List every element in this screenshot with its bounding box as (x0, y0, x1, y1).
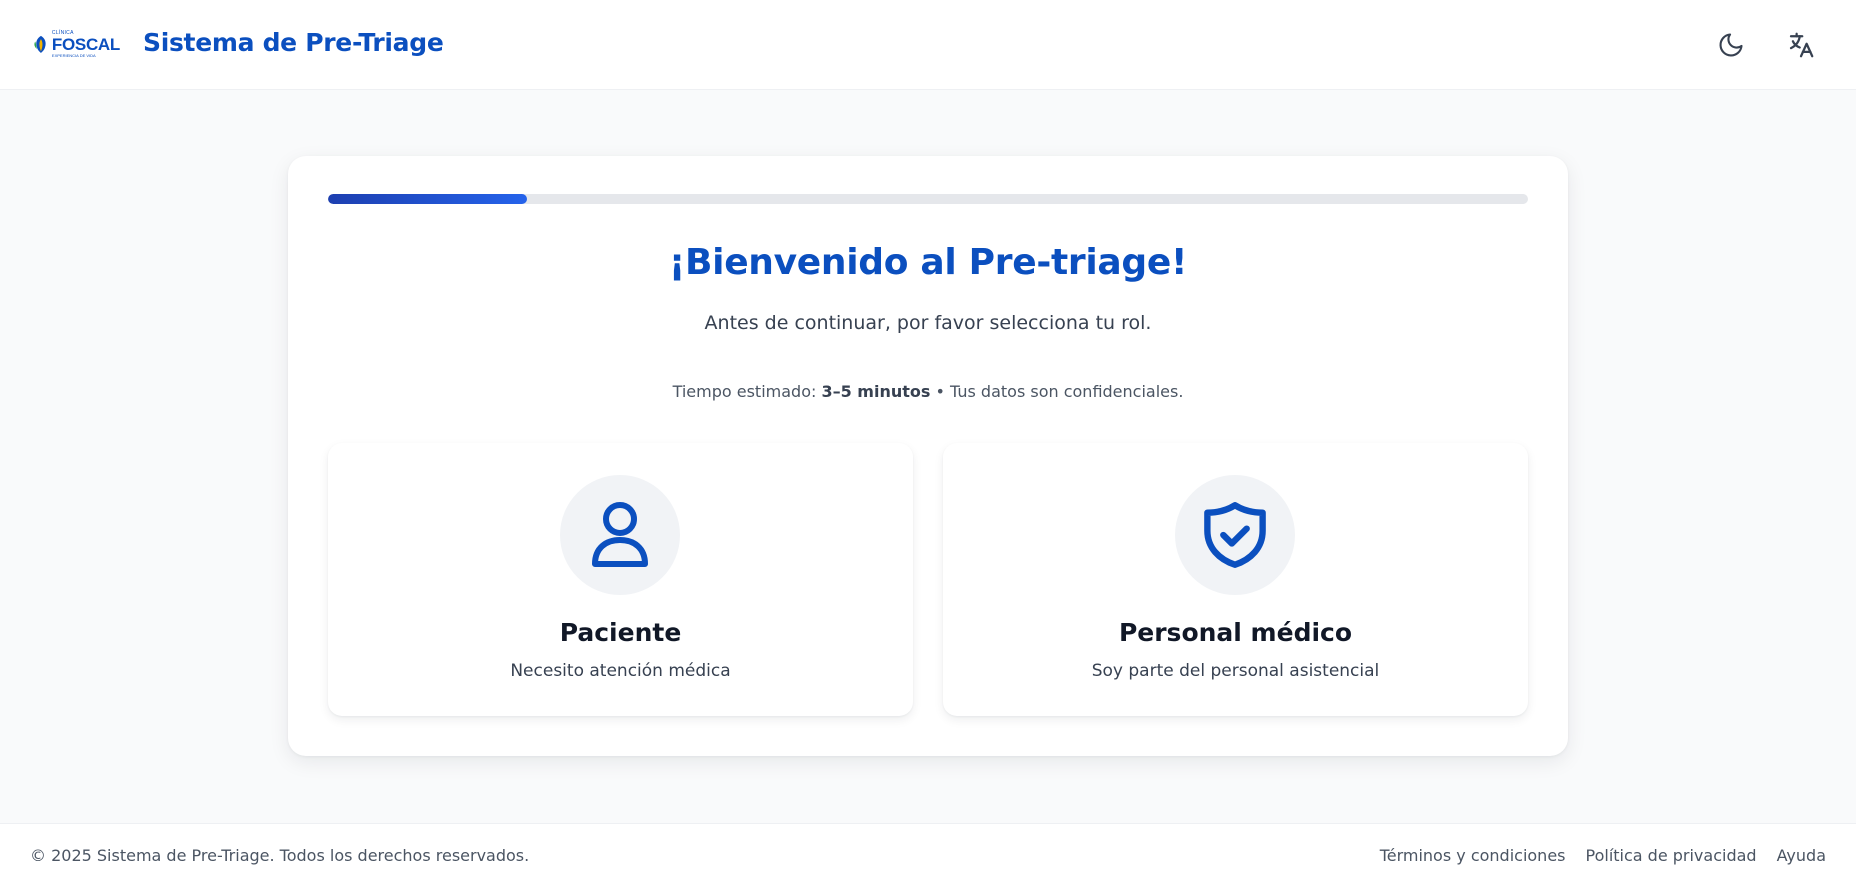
role-card-patient[interactable]: Paciente Necesito atención médica (328, 443, 913, 716)
role-icon-circle (560, 475, 680, 595)
logo-text: CLÍNICA FOSCAL EXPERIENCIA DE VIDA (51, 30, 120, 58)
app-footer: © 2025 Sistema de Pre-Triage. Todos los … (0, 823, 1856, 887)
role-card-medical-staff[interactable]: Personal médico Soy parte del personal a… (943, 443, 1528, 716)
footer-links: Términos y condiciones Política de priva… (1380, 846, 1826, 865)
welcome-title: ¡Bienvenido al Pre-triage! (668, 242, 1188, 283)
welcome-subtitle: Antes de continuar, por favor selecciona… (704, 312, 1152, 334)
user-icon (592, 502, 648, 567)
role-title: Personal médico (1118, 618, 1353, 647)
role-description: Soy parte del personal asistencial (1091, 661, 1380, 681)
shield-check-icon (1204, 502, 1266, 568)
moon-icon (1719, 33, 1743, 57)
app-title: Sistema de Pre-Triage (143, 28, 444, 57)
role-icon-circle (1175, 475, 1295, 595)
help-link[interactable]: Ayuda (1777, 846, 1826, 865)
logo-brand-text: FOSCAL (51, 34, 120, 54)
translate-icon (1789, 32, 1814, 58)
meta-prefix: Tiempo estimado: (672, 382, 822, 401)
app-header: CLÍNICA FOSCAL EXPERIENCIA DE VIDA Siste… (0, 0, 1856, 90)
foscal-logo[interactable]: CLÍNICA FOSCAL EXPERIENCIA DE VIDA (32, 30, 120, 58)
foscal-logo-mark-icon (34, 35, 46, 53)
role-description: Necesito atención médica (510, 661, 731, 681)
role-title: Paciente (559, 618, 682, 647)
progress-bar (328, 194, 1528, 204)
progress-bar-fill (328, 194, 528, 204)
privacy-link[interactable]: Política de privacidad (1586, 846, 1757, 865)
estimated-time-note: Tiempo estimado: 3–5 minutos • Tus datos… (288, 382, 1568, 401)
theme-toggle-button[interactable] (1712, 26, 1750, 64)
logo-sub-text: EXPERIENCIA DE VIDA (51, 52, 96, 58)
terms-link[interactable]: Términos y condiciones (1380, 846, 1566, 865)
role-selection-card: ¡Bienvenido al Pre-triage! Antes de cont… (288, 156, 1568, 756)
copyright-text: © 2025 Sistema de Pre-Triage. Todos los … (30, 846, 530, 865)
meta-suffix: • Tus datos son confidenciales. (930, 382, 1184, 401)
language-button[interactable] (1782, 26, 1820, 64)
meta-time: 3–5 minutos (821, 382, 931, 401)
